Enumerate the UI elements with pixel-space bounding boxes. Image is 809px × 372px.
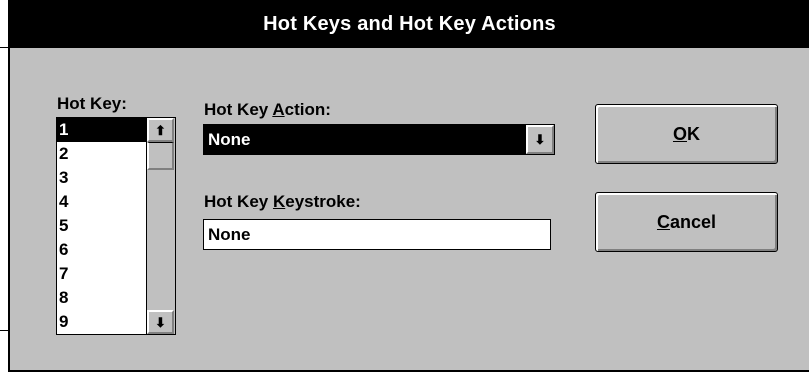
ok-button-label: OK <box>673 124 700 145</box>
list-item[interactable]: 1 <box>57 118 147 142</box>
list-item[interactable]: 9 <box>57 310 147 334</box>
arrow-down-icon: ⬇ <box>155 314 166 330</box>
ok-label-rest: K <box>687 123 700 144</box>
hotkey-keystroke-value: None <box>208 225 251 244</box>
hotkey-listbox[interactable]: 123456789 ⬆ ⬇ <box>56 117 176 335</box>
ok-mnemonic: O <box>672 123 687 144</box>
cancel-mnemonic: C <box>656 211 670 232</box>
list-item[interactable]: 7 <box>57 262 147 286</box>
hotkey-keystroke-mnemonic: K <box>272 192 286 211</box>
hotkey-keystroke-label-rest: eystroke: <box>285 192 361 211</box>
scroll-down-button[interactable]: ⬇ <box>147 310 174 334</box>
hotkey-action-label-rest: ction: <box>284 100 331 119</box>
hotkey-action-label-text: Hot Key <box>204 100 273 119</box>
scroll-thumb[interactable] <box>147 142 174 170</box>
hotkey-list-label: Hot Key: <box>57 94 127 113</box>
dropdown-arrow-icon: ⬇ <box>534 131 546 147</box>
list-item[interactable]: 2 <box>57 142 147 166</box>
list-item[interactable]: 8 <box>57 286 147 310</box>
hotkey-action-select[interactable]: None ⬇ <box>203 124 555 155</box>
cancel-label-rest: ancel <box>669 211 717 232</box>
list-item[interactable]: 4 <box>57 190 147 214</box>
list-item[interactable]: 6 <box>57 238 147 262</box>
dialog-title: Hot Keys and Hot Key Actions <box>263 12 556 35</box>
arrow-up-icon: ⬆ <box>155 122 166 138</box>
background-window-edge-bottom <box>0 330 8 331</box>
hotkey-list-items: 123456789 <box>57 118 147 334</box>
hotkey-action-dropdown-button[interactable]: ⬇ <box>526 125 554 154</box>
hotkey-list-scrollbar[interactable]: ⬆ ⬇ <box>146 118 175 334</box>
hotkey-keystroke-label: Hot Key Keystroke: <box>204 192 361 212</box>
background-window-edge-top <box>0 47 8 48</box>
scroll-up-button[interactable]: ⬆ <box>147 118 174 142</box>
list-item[interactable]: 5 <box>57 214 147 238</box>
dialog-titlebar[interactable]: Hot Keys and Hot Key Actions <box>10 0 809 48</box>
hotkey-action-label: Hot Key Action: <box>204 100 331 120</box>
list-item[interactable]: 3 <box>57 166 147 190</box>
hotkey-keystroke-field[interactable]: None <box>203 219 551 250</box>
hotkey-action-mnemonic: A <box>272 100 285 119</box>
ok-button[interactable]: OK <box>595 104 778 164</box>
cancel-button[interactable]: Cancel <box>595 192 778 252</box>
hotkey-action-value: None <box>208 130 251 149</box>
hotkeys-dialog: Hot Keys and Hot Key Actions Hot Key: 12… <box>8 0 809 372</box>
hotkey-keystroke-label-text: Hot Key <box>204 192 273 211</box>
cancel-button-label: Cancel <box>657 212 716 233</box>
